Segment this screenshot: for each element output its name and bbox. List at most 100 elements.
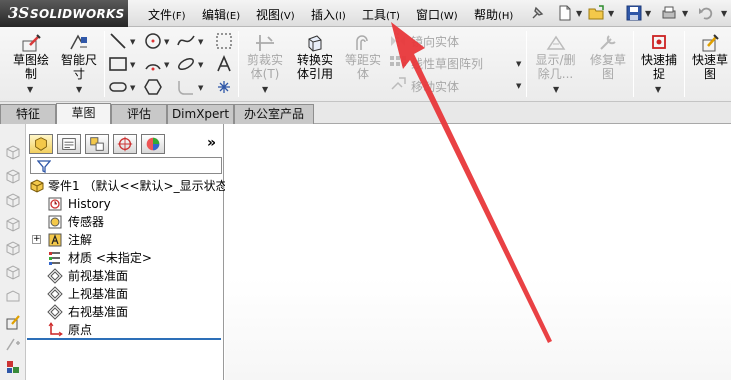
menu-window[interactable]: 窗口(W) — [416, 6, 458, 23]
view-iso-icon[interactable] — [4, 239, 22, 257]
print-icon[interactable] — [660, 4, 678, 22]
menu-help[interactable]: 帮助(H) — [474, 6, 513, 23]
tree-item-label: 注解 — [68, 233, 93, 247]
tab-office-products[interactable]: 办公室产品 — [234, 104, 314, 124]
tree-root-part[interactable]: 零件1 （默认<<默认>_显示状态 — [29, 177, 228, 195]
feature-filter-input[interactable] — [30, 157, 222, 174]
tab-dimxpert[interactable]: DimXpert — [167, 104, 234, 124]
spline-dropdown-icon[interactable]: ▼ — [198, 38, 203, 46]
offset-entities-button[interactable]: 等距实 体 — [340, 33, 386, 81]
slot-icon[interactable] — [108, 77, 128, 97]
fillet-dropdown-icon[interactable]: ▼ — [198, 84, 203, 92]
plane-icon — [47, 286, 63, 302]
linear-pattern-button[interactable]: 线性草图阵列 — [411, 55, 483, 72]
point-icon[interactable] — [214, 77, 234, 97]
print-dropdown-icon[interactable]: ▼ — [682, 9, 688, 18]
arc-icon[interactable] — [143, 54, 163, 74]
part-icon — [30, 179, 44, 193]
repair-sketch-icon — [600, 35, 616, 50]
pattern-dropdown-icon[interactable]: ▼ — [516, 60, 521, 68]
logo-text: SOLIDWORKS — [30, 7, 125, 21]
quick-snaps-dropdown-icon[interactable]: ▼ — [655, 85, 661, 94]
circle-dropdown-icon[interactable]: ▼ — [164, 38, 169, 46]
relations-dropdown-icon[interactable]: ▼ — [553, 85, 559, 94]
smart-dimension-button[interactable]: 智能尺 寸 — [56, 33, 102, 81]
more-tabs-icon[interactable]: » — [207, 135, 216, 151]
toolbar-separator — [238, 31, 239, 97]
ellipse-dropdown-icon[interactable]: ▼ — [198, 61, 203, 69]
repair-sketch-button[interactable]: 修复草 图 — [583, 33, 633, 81]
arc-dropdown-icon[interactable]: ▼ — [164, 61, 169, 69]
sensor-icon — [48, 215, 62, 229]
menu-file[interactable]: 文件(F) — [148, 6, 186, 23]
view-right-icon[interactable] — [4, 215, 22, 233]
toolbar-separator — [526, 31, 527, 97]
view-cube-icon[interactable] — [4, 143, 22, 161]
menu-edit[interactable]: 编辑(E) — [202, 6, 240, 23]
polygon-icon[interactable] — [143, 77, 163, 97]
line-dropdown-icon[interactable]: ▼ — [130, 38, 135, 46]
spline-icon[interactable] — [176, 31, 196, 51]
view-front-icon[interactable] — [4, 167, 22, 185]
rapid-sketch-button[interactable]: 快速草 图 — [687, 33, 731, 81]
text-icon[interactable] — [214, 54, 234, 74]
open-dropdown-icon[interactable]: ▼ — [608, 9, 614, 18]
view-normal-icon[interactable] — [4, 263, 22, 281]
tree-item-label: History — [68, 197, 111, 211]
menu-bar: 3S SOLIDWORKS 文件(F) 编辑(E) 视图(V) 插入(I) 工具… — [0, 0, 731, 27]
tab-features[interactable]: 特征 — [0, 104, 56, 124]
undo-icon[interactable] — [697, 4, 715, 22]
dimxpert-manager-tab-icon[interactable] — [113, 134, 137, 154]
expand-toggle-icon[interactable]: + — [32, 235, 41, 244]
ellipse-icon[interactable] — [176, 54, 196, 74]
linear-pattern-icon[interactable] — [388, 53, 408, 73]
convert-entities-button[interactable]: 转换实 体引用 — [290, 33, 340, 81]
fillet-icon[interactable] — [176, 77, 196, 97]
view-top-icon[interactable] — [4, 191, 22, 209]
smart-dimension-dropdown-icon[interactable]: ▼ — [76, 85, 82, 94]
feature-tree-tab-icon[interactable] — [29, 134, 53, 154]
move-dropdown-icon[interactable]: ▼ — [516, 82, 521, 90]
solidworks-logo[interactable]: 3S SOLIDWORKS — [0, 0, 128, 27]
mirror-icon[interactable] — [388, 31, 408, 51]
dimension-mode-icon[interactable] — [4, 335, 22, 353]
new-document-icon[interactable] — [556, 4, 574, 22]
open-folder-icon[interactable] — [588, 4, 606, 22]
move-entities-icon[interactable] — [388, 75, 408, 95]
rectangle-icon[interactable] — [108, 54, 128, 74]
graphics-area[interactable] — [225, 124, 731, 380]
tab-sketch[interactable]: 草图 — [56, 103, 111, 125]
relation-mode-icon[interactable] — [4, 358, 22, 376]
slot-dropdown-icon[interactable]: ▼ — [130, 84, 135, 92]
save-icon[interactable] — [625, 4, 643, 22]
sketch-mode-icon[interactable] — [4, 313, 22, 331]
trim-icon — [256, 35, 274, 51]
move-entities-button[interactable]: 移动实体 — [411, 78, 459, 95]
quick-snaps-button[interactable]: 快速捕 捉 — [636, 33, 682, 81]
circle-icon[interactable] — [143, 31, 163, 51]
pin-icon[interactable] — [528, 4, 546, 22]
configuration-manager-tab-icon[interactable] — [85, 134, 109, 154]
menu-tools[interactable]: 工具(T) — [362, 6, 400, 23]
trim-button[interactable]: 剪裁实 体(T) — [240, 33, 290, 81]
construction-geometry-icon[interactable] — [214, 31, 234, 51]
view-section-icon[interactable] — [4, 287, 22, 305]
sketch-icon — [22, 34, 41, 52]
new-dropdown-icon[interactable]: ▼ — [576, 9, 582, 18]
menu-view[interactable]: 视图(V) — [256, 6, 295, 23]
tab-evaluate[interactable]: 评估 — [111, 104, 167, 124]
trim-dropdown-icon[interactable]: ▼ — [262, 85, 268, 94]
save-dropdown-icon[interactable]: ▼ — [645, 9, 651, 18]
smart-dimension-label: 智能尺 寸 — [60, 53, 97, 81]
line-icon[interactable] — [108, 31, 128, 51]
mirror-entities-button[interactable]: 镜向实体 — [411, 33, 459, 50]
sketch-button[interactable]: 草图绘 制 — [6, 33, 56, 81]
undo-dropdown-icon[interactable]: ▼ — [721, 9, 727, 18]
sketch-dropdown-icon[interactable]: ▼ — [27, 85, 33, 94]
rectangle-dropdown-icon[interactable]: ▼ — [130, 61, 135, 69]
display-manager-tab-icon[interactable] — [141, 134, 165, 154]
property-manager-tab-icon[interactable] — [57, 134, 81, 154]
feature-manager-tabs: » — [27, 131, 224, 154]
menu-insert[interactable]: 插入(I) — [311, 6, 346, 23]
display-delete-relations-button[interactable]: 显示/删 除几... — [528, 33, 583, 81]
